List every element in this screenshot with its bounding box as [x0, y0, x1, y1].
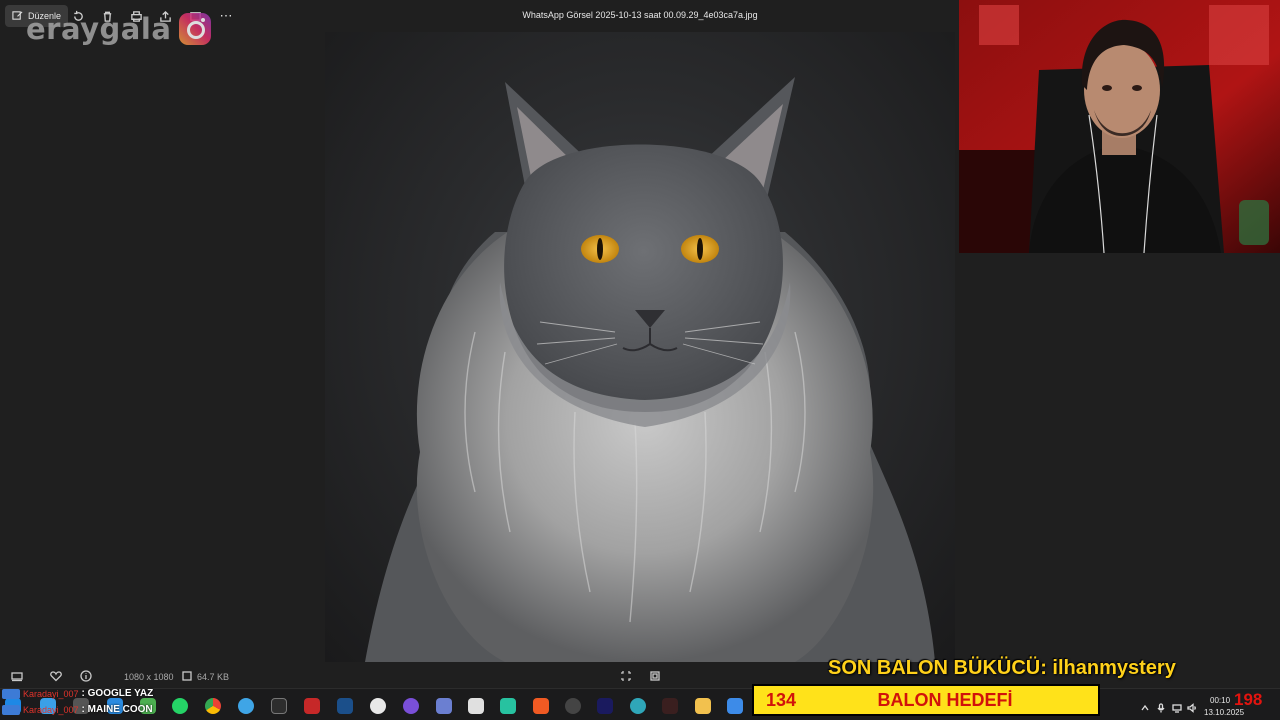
premiere-pro-icon[interactable] [597, 698, 613, 714]
folder-icon[interactable] [695, 698, 711, 714]
whatsapp-icon[interactable] [172, 698, 188, 714]
edit-icon [12, 10, 23, 23]
app-icon[interactable] [630, 698, 646, 714]
browser-icon[interactable] [238, 698, 254, 714]
microphone-icon[interactable] [1156, 700, 1166, 713]
app-icon[interactable] [727, 698, 743, 714]
app-icon[interactable] [436, 698, 452, 714]
chat-text: : GOOGLE YAZ [81, 688, 154, 699]
network-icon[interactable] [1172, 700, 1182, 713]
file-title: WhatsApp Görsel 2025-10-13 saat 00.09.29… [522, 10, 758, 20]
capcut-icon[interactable] [468, 698, 484, 714]
app-icon[interactable] [304, 698, 320, 714]
watermark-text: eraygala [26, 12, 172, 46]
app-icon[interactable] [403, 698, 419, 714]
displayed-photo[interactable] [325, 32, 955, 662]
chat-username: Karadayi_007 [23, 688, 79, 699]
app-icon[interactable] [500, 698, 516, 714]
app-icon[interactable] [271, 698, 287, 714]
info-icon[interactable] [80, 670, 92, 682]
streamer-webcam [959, 0, 1280, 253]
volume-icon[interactable] [1187, 700, 1197, 713]
chat-text: : MAINE COON [81, 704, 153, 715]
app-icon[interactable] [662, 698, 678, 714]
more-options-icon[interactable]: ⋯ [218, 8, 234, 24]
chat-username: Karadayi_007 [23, 704, 79, 715]
balloon-goal-bar: 134 BALON HEDEFİ [752, 684, 1100, 716]
chat-badge-icon [2, 688, 20, 699]
chat-message: Karadayi_007 : GOOGLE YAZ [2, 688, 153, 699]
last-balloon-sender: SON BALON BÜKÜCÜ: ilhanmystery [828, 657, 1176, 679]
instagram-icon [179, 13, 212, 45]
brave-icon[interactable] [533, 698, 549, 714]
file-size: 64.7 KB [197, 672, 230, 682]
fit-screen-icon[interactable] [649, 670, 661, 682]
cat-illustration [365, 77, 935, 662]
favorite-heart-icon[interactable] [50, 670, 62, 682]
chat-badge-icon [2, 704, 20, 715]
filmstrip-icon[interactable] [11, 670, 23, 682]
balloon-count: 134 [765, 689, 797, 710]
image-dimensions: 1080 x 1080 [124, 672, 174, 682]
file-size-icon [181, 670, 193, 682]
balloon-goal-label: BALON HEDEFİ [877, 689, 1013, 710]
crop-icon[interactable] [620, 670, 632, 682]
overlay-counter: 198 [1234, 690, 1263, 709]
clock-time[interactable]: 00:10 [1210, 696, 1230, 705]
steam-icon[interactable] [337, 698, 353, 714]
chevron-up-icon[interactable] [1140, 700, 1150, 711]
webcam-feed [959, 0, 1280, 253]
chat-message: Karadayi_007 : MAINE COON [2, 704, 153, 715]
stream-watermark: eraygala [26, 12, 212, 46]
chrome-icon[interactable] [205, 698, 221, 714]
4k-downloader-icon[interactable] [565, 698, 581, 714]
chatgpt-icon[interactable] [370, 698, 386, 714]
photos-viewer-window: Düzenle ⋯ WhatsApp Görsel 2025-10-13 saa… [0, 0, 1280, 720]
